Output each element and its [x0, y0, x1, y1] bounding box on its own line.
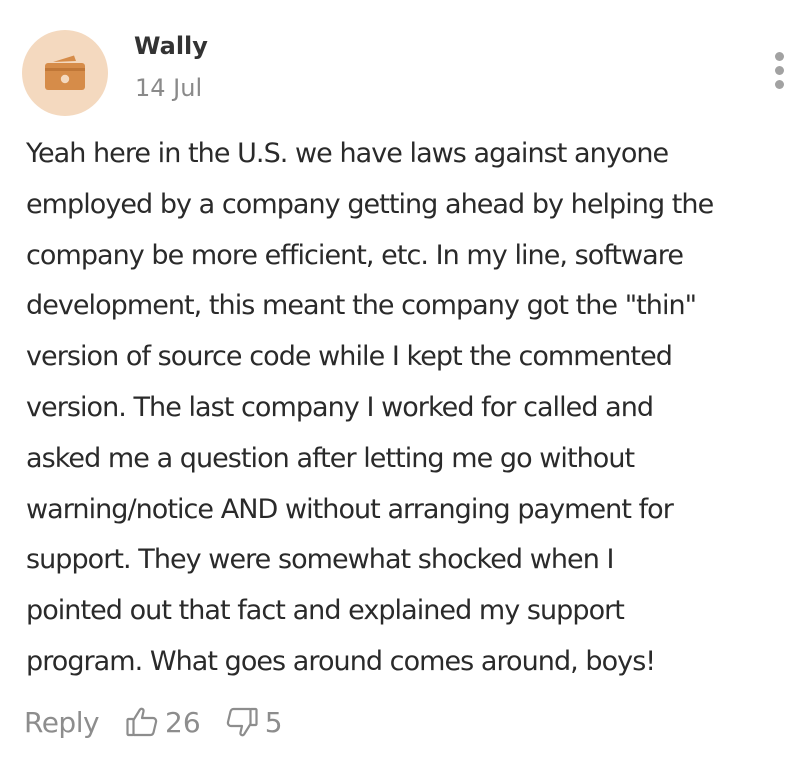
comment-actions: Reply 26 5 [24, 698, 283, 746]
comment-date: 14 Jul [135, 74, 203, 102]
comment-line: version. The last company I worked for c… [26, 391, 654, 423]
downvote-button[interactable]: 5 [225, 705, 283, 739]
comment-line: employed by a company getting ahead by h… [26, 188, 714, 220]
upvote-count: 26 [165, 705, 201, 739]
comment-text: Yeah here in the U.S. we have laws again… [26, 129, 786, 688]
thumbs-down-icon [226, 707, 258, 737]
comment-line: program. What goes around comes around, … [26, 645, 656, 677]
comment-line: support. They were somewhat shocked when… [26, 544, 614, 576]
comment-line: warning/notice AND without arranging pay… [26, 493, 674, 525]
vertical-dots-icon[interactable] [768, 50, 792, 92]
wallet-icon [45, 55, 85, 90]
avatar[interactable] [22, 30, 108, 116]
comment-line: development, this meant the company got … [26, 290, 697, 322]
comment-line: company be more efficient, etc. In my li… [26, 239, 684, 271]
comment-line: Yeah here in the U.S. we have laws again… [26, 138, 669, 169]
author-name[interactable]: Wally [134, 30, 208, 62]
downvote-count: 5 [264, 705, 283, 739]
thumbs-up-icon [126, 707, 158, 737]
comment-card: Wally 14 Jul Yeah here in the U.S. we ha… [0, 0, 800, 781]
upvote-button[interactable]: 26 [125, 705, 201, 739]
comment-line: version of source code while I kept the … [26, 341, 673, 373]
reply-button[interactable]: Reply [24, 706, 100, 739]
comment-line: pointed out that fact and explained my s… [26, 595, 625, 627]
comment-line: asked me a question after letting me go … [26, 442, 635, 474]
